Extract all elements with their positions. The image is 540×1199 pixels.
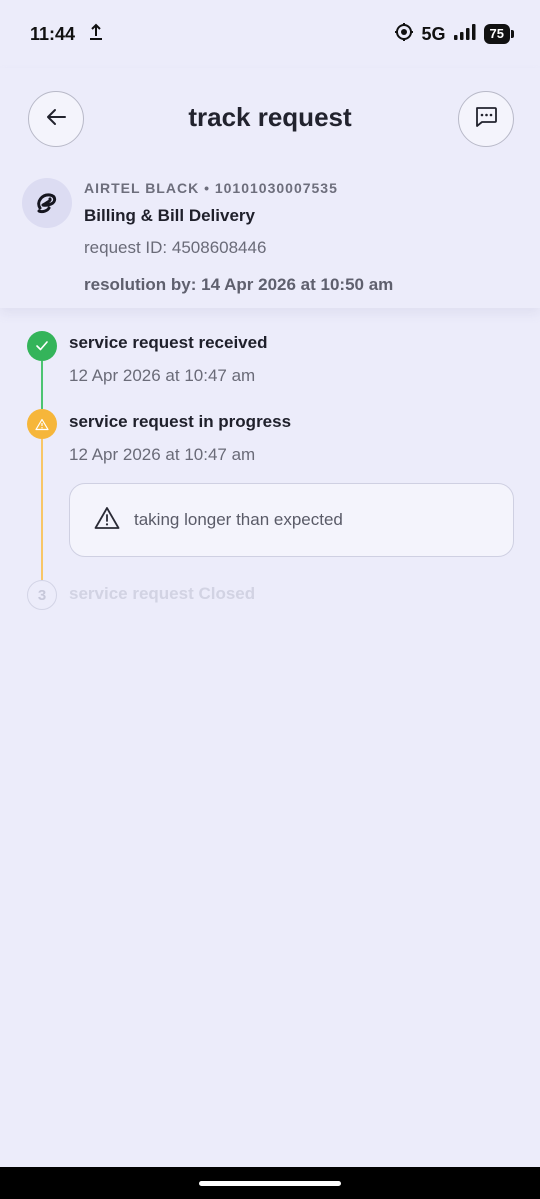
warning-icon — [27, 409, 57, 439]
request-id: request ID: 4508608446 — [84, 238, 267, 257]
status-time: 11:44 — [30, 23, 76, 44]
system-nav-bar — [0, 1167, 540, 1199]
resolution-date: resolution by: 14 Apr 2026 at 10:50 am — [84, 275, 394, 294]
step-time: 12 Apr 2026 at 10:47 am — [69, 366, 256, 385]
chat-icon — [474, 106, 498, 133]
delay-notice: taking longer than expected — [69, 483, 514, 557]
step-time: 12 Apr 2026 at 10:47 am — [69, 445, 256, 464]
request-category: Billing & Bill Delivery — [84, 206, 255, 225]
home-indicator[interactable] — [199, 1181, 341, 1186]
account-line: AIRTEL BLACK • 10101030007535 — [84, 180, 338, 196]
airtel-logo — [22, 178, 72, 228]
step-number: 3 — [27, 580, 57, 610]
network-label: 5G — [421, 23, 446, 44]
warning-icon — [94, 506, 120, 535]
step-title: service request received — [69, 333, 268, 352]
delay-message: taking longer than expected — [134, 510, 343, 529]
check-icon — [27, 331, 57, 361]
request-header: track request AIRTEL BLACK • 10101030007… — [0, 68, 540, 308]
battery-icon: 75 — [483, 24, 515, 44]
status-bar: 11:44 5G 75 — [0, 0, 540, 68]
timeline-connector — [41, 439, 43, 580]
location-icon — [394, 22, 414, 47]
timeline-connector — [41, 361, 43, 409]
upload-icon — [89, 23, 103, 46]
chat-button[interactable] — [458, 91, 514, 147]
signal-icon — [453, 23, 476, 45]
step-title: service request Closed — [69, 584, 256, 603]
step-title: service request in progress — [69, 412, 292, 431]
